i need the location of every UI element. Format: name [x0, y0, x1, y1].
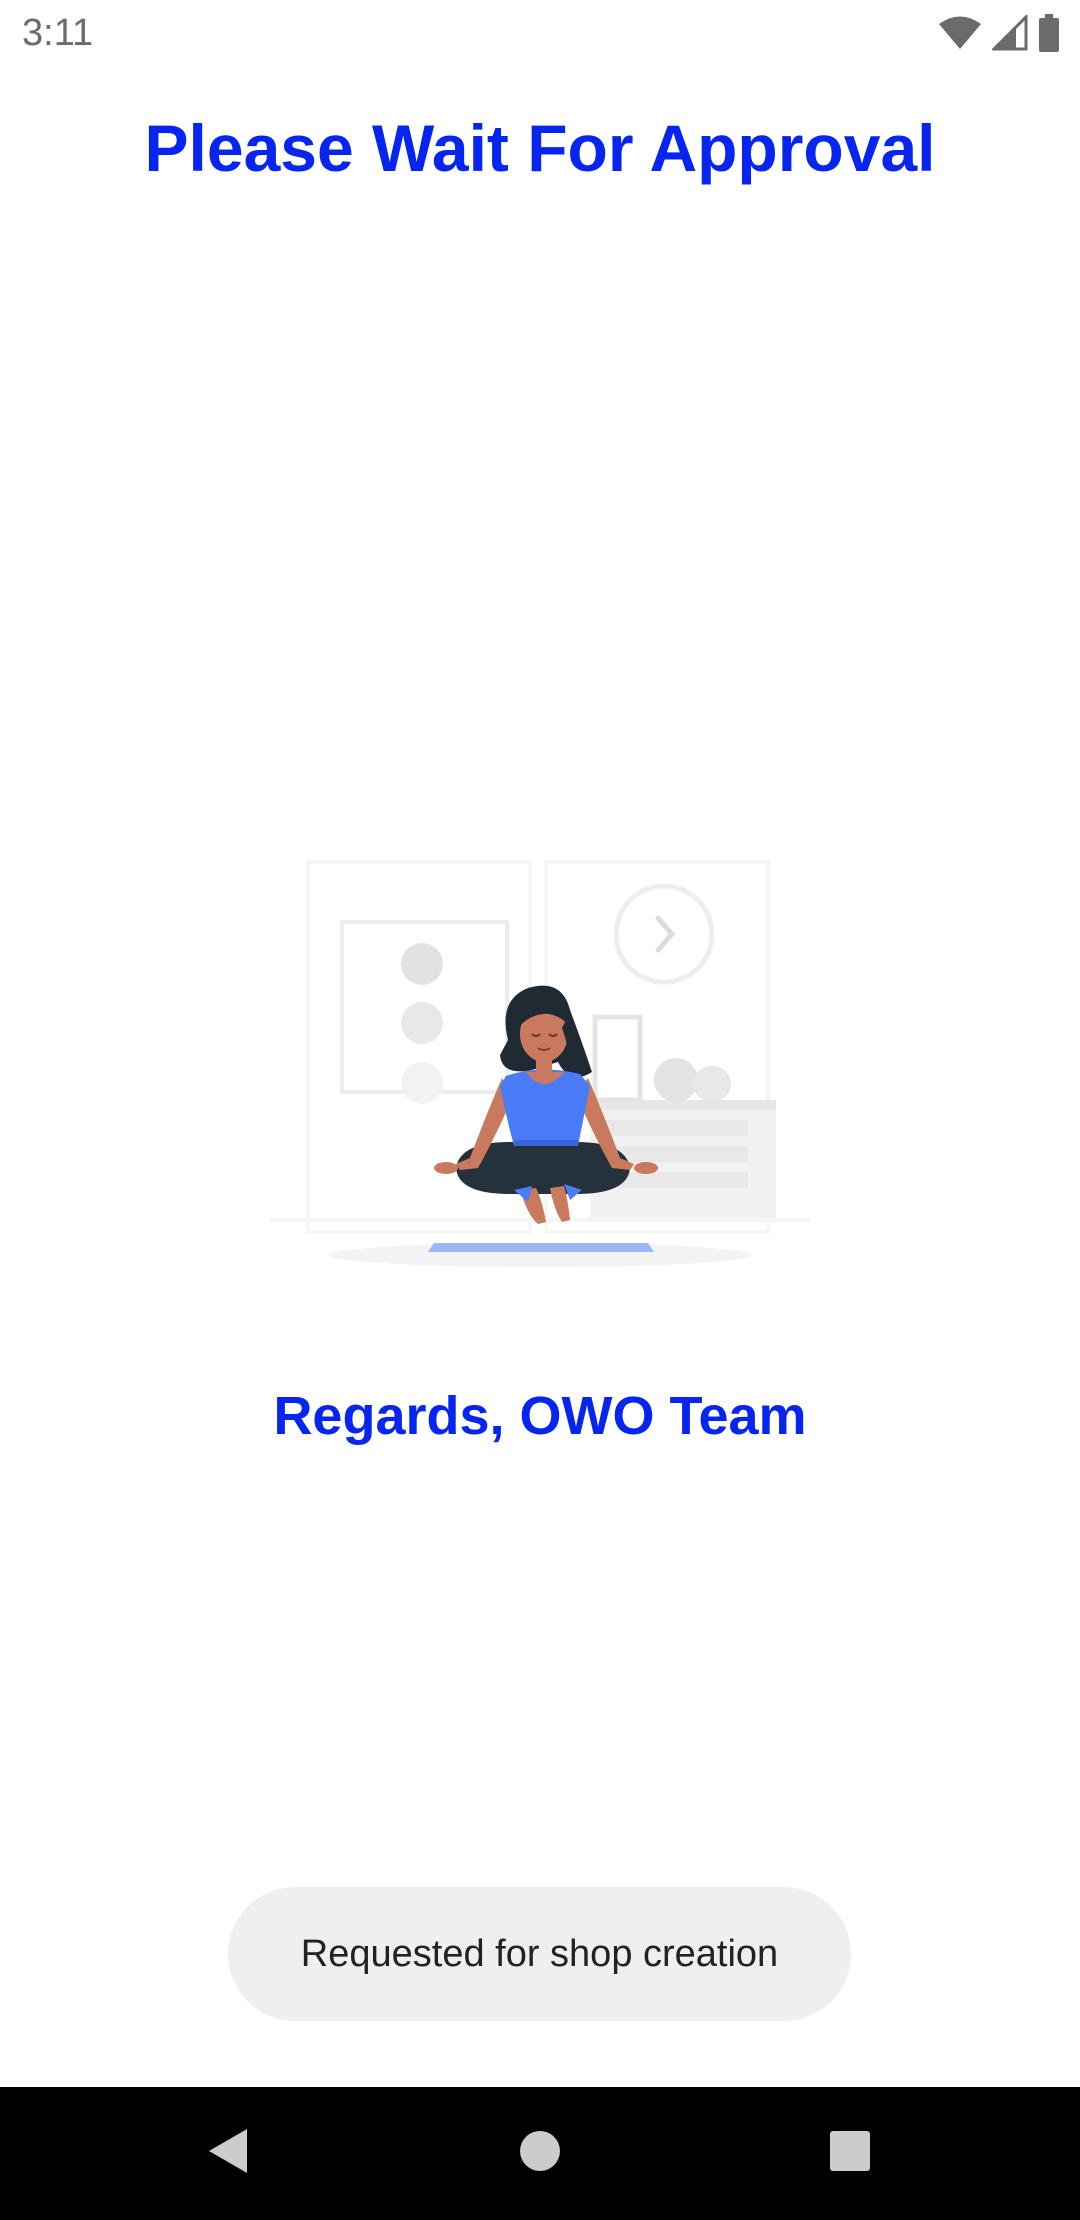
recents-button[interactable]: [780, 2087, 920, 2220]
home-icon: [519, 2130, 561, 2177]
approval-screen: 3:11 Please Wait For Approval Regards, O…: [0, 0, 1080, 2220]
status-time: 3:11: [22, 12, 94, 54]
battery-icon: [1038, 14, 1060, 52]
home-button[interactable]: [470, 2087, 610, 2220]
status-icons: [938, 14, 1060, 52]
wifi-icon: [938, 15, 982, 51]
recents-icon: [829, 2130, 871, 2177]
status-bar: 3:11: [0, 0, 1080, 66]
cellular-signal-icon: [992, 15, 1028, 51]
back-icon: [205, 2127, 249, 2180]
navigation-bar: [0, 2087, 1080, 2220]
back-button[interactable]: [157, 2087, 297, 2220]
toast-message: Requested for shop creation: [228, 1887, 851, 2021]
meditating-woman-illustration: [270, 850, 810, 1280]
regards-text: Regards, OWO Team: [273, 1386, 807, 1446]
toast-text: Requested for shop creation: [300, 1932, 779, 1975]
page-title: Please Wait For Approval: [144, 111, 936, 185]
